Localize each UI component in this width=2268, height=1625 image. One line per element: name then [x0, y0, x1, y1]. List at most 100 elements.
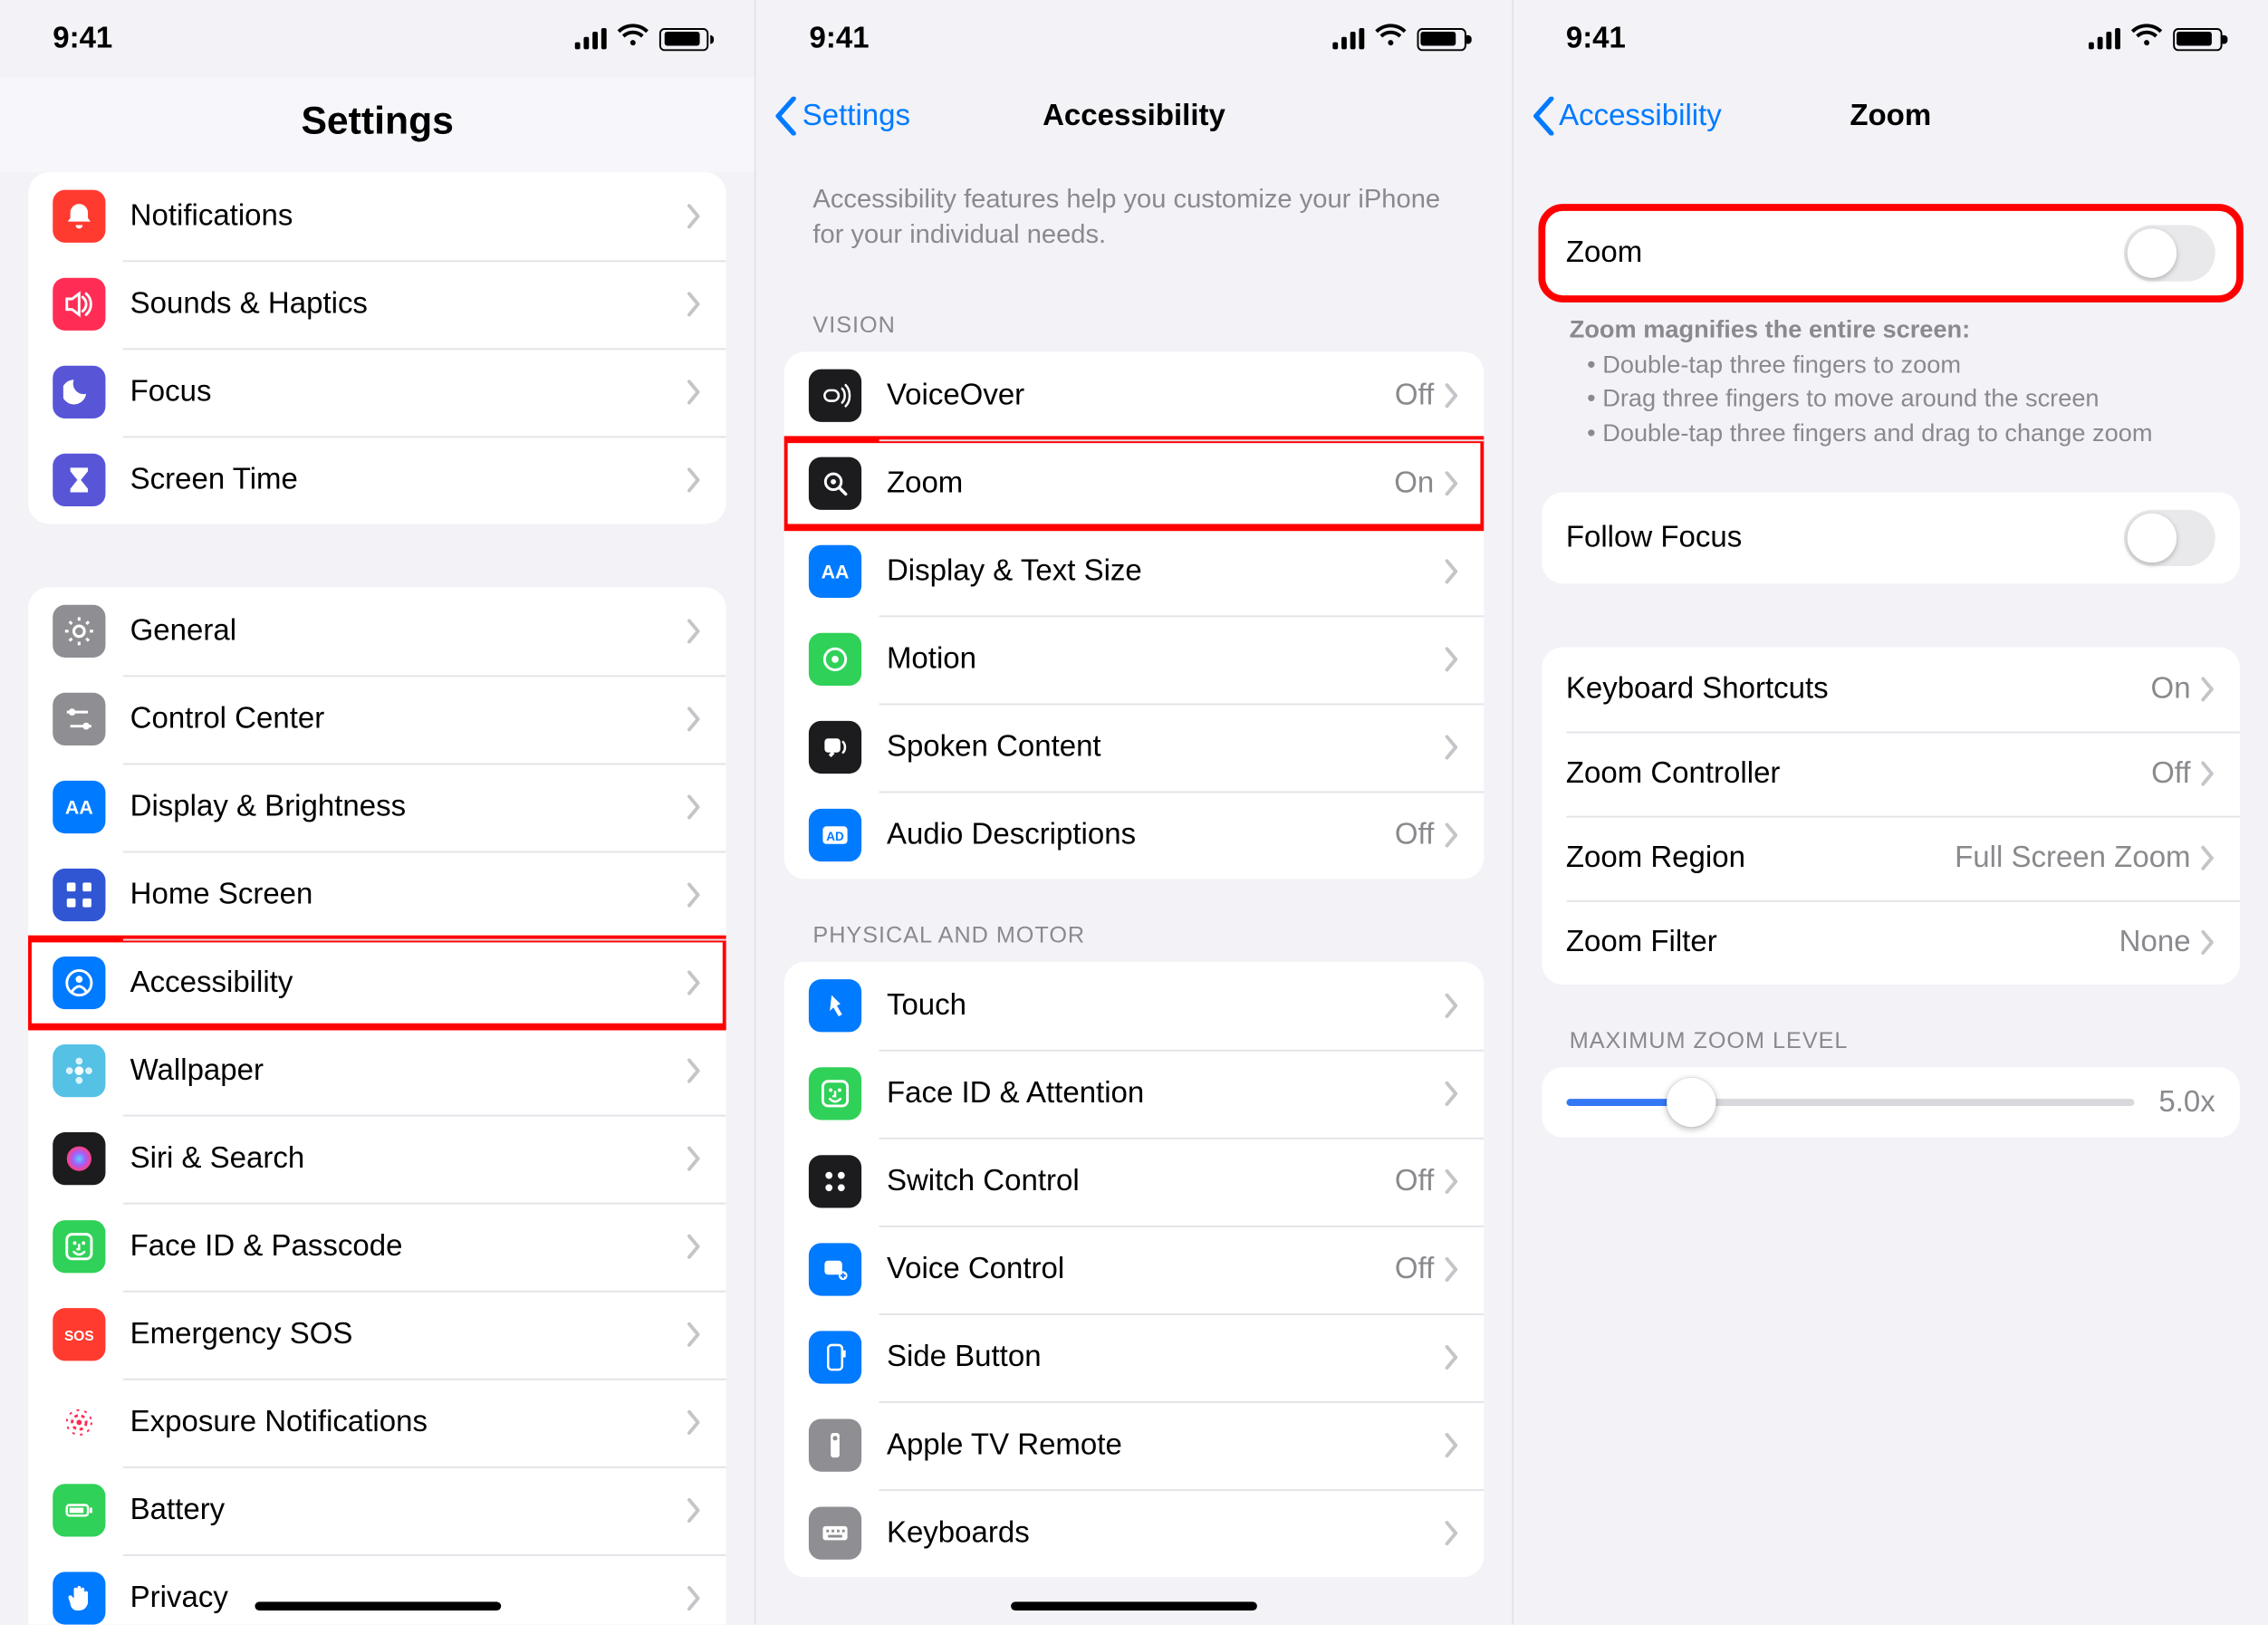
accessibility-intro: Accessibility features help you customiz…: [784, 155, 1483, 268]
chevron-right-icon: [2201, 762, 2215, 786]
row-side-button[interactable]: Side Button: [784, 1312, 1483, 1400]
follow-focus-switch[interactable]: [2124, 511, 2215, 567]
row-apple-tv-remote[interactable]: Apple TV Remote: [784, 1400, 1483, 1488]
row-label: Control Center: [130, 701, 688, 736]
chevron-right-icon: [1445, 558, 1459, 582]
ad-icon: AD: [810, 808, 862, 861]
row-siri-search[interactable]: Siri & Search: [28, 1115, 726, 1203]
chevron-right-icon: [1445, 1432, 1459, 1457]
chevron-right-icon: [1445, 1168, 1459, 1193]
zoom-toggle-row[interactable]: Zoom: [1542, 207, 2240, 299]
settings-screen: 9:41 Settings NotificationsSounds & Hapt…: [0, 0, 756, 1625]
row-general[interactable]: General: [28, 587, 726, 675]
chevron-right-icon: [1445, 1520, 1459, 1544]
cellular-icon: [1332, 28, 1364, 49]
back-button[interactable]: Settings: [774, 97, 910, 136]
chevron-left-icon: [1531, 97, 1555, 136]
motion-icon: [810, 632, 862, 685]
row-label: Spoken Content: [887, 729, 1445, 764]
row-notifications[interactable]: Notifications: [28, 172, 726, 260]
follow-focus-row[interactable]: Follow Focus: [1542, 493, 2240, 584]
row-label: Face ID & Passcode: [130, 1229, 688, 1264]
row-voice-control[interactable]: Voice ControlOff: [784, 1225, 1483, 1312]
row-home-screen[interactable]: Home Screen: [28, 851, 726, 938]
row-emergency-sos[interactable]: SOSEmergency SOS: [28, 1291, 726, 1379]
row-battery[interactable]: Battery: [28, 1466, 726, 1554]
row-zoom-filter[interactable]: Zoom FilterNone: [1542, 901, 2240, 986]
chevron-right-icon: [1445, 1256, 1459, 1281]
chevron-right-icon: [688, 1322, 703, 1347]
row-face-id-attention[interactable]: Face ID & Attention: [784, 1049, 1483, 1137]
row-label: Wallpaper: [130, 1053, 688, 1089]
row-display-text-size[interactable]: AA Display & Text Size: [784, 526, 1483, 614]
row-control-center[interactable]: Control Center: [28, 675, 726, 763]
row-label: Motion: [887, 641, 1445, 677]
follow-focus-label: Follow Focus: [1566, 521, 2124, 556]
row-face-id-passcode[interactable]: Face ID & Passcode: [28, 1203, 726, 1291]
row-detail: On: [2151, 672, 2191, 707]
row-voiceover[interactable]: VoiceOverOff: [784, 351, 1483, 438]
chevron-right-icon: [1445, 734, 1459, 758]
row-wallpaper[interactable]: Wallpaper: [28, 1027, 726, 1115]
chevron-right-icon: [688, 380, 703, 404]
row-label: Screen Time: [130, 463, 688, 498]
hourglass-icon: [53, 454, 105, 506]
row-zoom-region[interactable]: Zoom RegionFull Screen Zoom: [1542, 816, 2240, 900]
row-label: Face ID & Attention: [887, 1075, 1445, 1111]
row-accessibility[interactable]: Accessibility: [28, 939, 726, 1027]
status-bar: 9:41: [756, 0, 1511, 77]
chevron-right-icon: [688, 1059, 703, 1083]
battery-icon: [1417, 27, 1466, 50]
row-motion[interactable]: Motion: [784, 614, 1483, 702]
row-label: Keyboards: [887, 1514, 1445, 1550]
home-indicator[interactable]: [1011, 1601, 1257, 1611]
row-label: Home Screen: [130, 878, 688, 913]
row-label: Battery: [130, 1493, 688, 1528]
battery-icon: [2173, 27, 2222, 50]
row-keyboards[interactable]: Keyboards: [784, 1488, 1483, 1576]
home-indicator[interactable]: [255, 1601, 501, 1611]
status-time: 9:41: [810, 21, 870, 56]
row-switch-control[interactable]: Switch ControlOff: [784, 1137, 1483, 1225]
row-audio-descriptions[interactable]: ADAudio DescriptionsOff: [784, 791, 1483, 879]
row-detail: Off: [1395, 1251, 1434, 1286]
row-spoken-content[interactable]: Spoken Content: [784, 702, 1483, 790]
max-zoom-slider[interactable]: [1566, 1100, 2134, 1107]
gear-icon: [53, 605, 105, 658]
row-label: Zoom Filter: [1566, 926, 2119, 961]
row-sounds-haptics[interactable]: Sounds & Haptics: [28, 260, 726, 348]
moon-icon: [53, 366, 105, 418]
chevron-right-icon: [2201, 846, 2215, 870]
aa-icon: AA: [810, 544, 862, 597]
row-privacy[interactable]: Privacy: [28, 1554, 726, 1625]
row-detail: Off: [1395, 1163, 1434, 1198]
row-screen-time[interactable]: Screen Time: [28, 436, 726, 524]
row-label: Display & Brightness: [130, 790, 688, 825]
svg-text:AA: AA: [822, 561, 850, 582]
status-time: 9:41: [1566, 21, 1626, 56]
zoom-screen: 9:41 Accessibility Zoom Zoom Zoom: [1514, 0, 2268, 1625]
page-title: Settings: [0, 77, 754, 172]
row-label: Display & Text Size: [887, 553, 1445, 588]
row-keyboard-shortcuts[interactable]: Keyboard ShortcutsOn: [1542, 648, 2240, 732]
zoom-toggle-switch[interactable]: [2124, 225, 2215, 281]
row-display-brightness[interactable]: AADisplay & Brightness: [28, 763, 726, 851]
chevron-right-icon: [2201, 931, 2215, 956]
chevron-right-icon: [688, 794, 703, 819]
chevron-right-icon: [688, 1235, 703, 1259]
back-button[interactable]: Accessibility: [1531, 97, 1722, 136]
section-header-physical: PHYSICAL AND MOTOR: [784, 879, 1483, 961]
row-touch[interactable]: Touch: [784, 961, 1483, 1049]
row-zoom[interactable]: ZoomOn: [784, 438, 1483, 526]
status-bar: 9:41: [1514, 0, 2268, 77]
row-label: Sounds & Haptics: [130, 286, 688, 322]
zoom-toggle-row-highlight: Zoom: [1542, 207, 2240, 299]
chevron-right-icon: [1445, 1081, 1459, 1105]
sos-icon: SOS: [53, 1308, 105, 1361]
chevron-right-icon: [1445, 646, 1459, 670]
row-exposure-notifications[interactable]: Exposure Notifications: [28, 1379, 726, 1466]
row-focus[interactable]: Focus: [28, 348, 726, 436]
row-label: Zoom: [887, 465, 1394, 500]
row-label: Zoom Controller: [1566, 756, 2151, 792]
row-zoom-controller[interactable]: Zoom ControllerOff: [1542, 732, 2240, 816]
